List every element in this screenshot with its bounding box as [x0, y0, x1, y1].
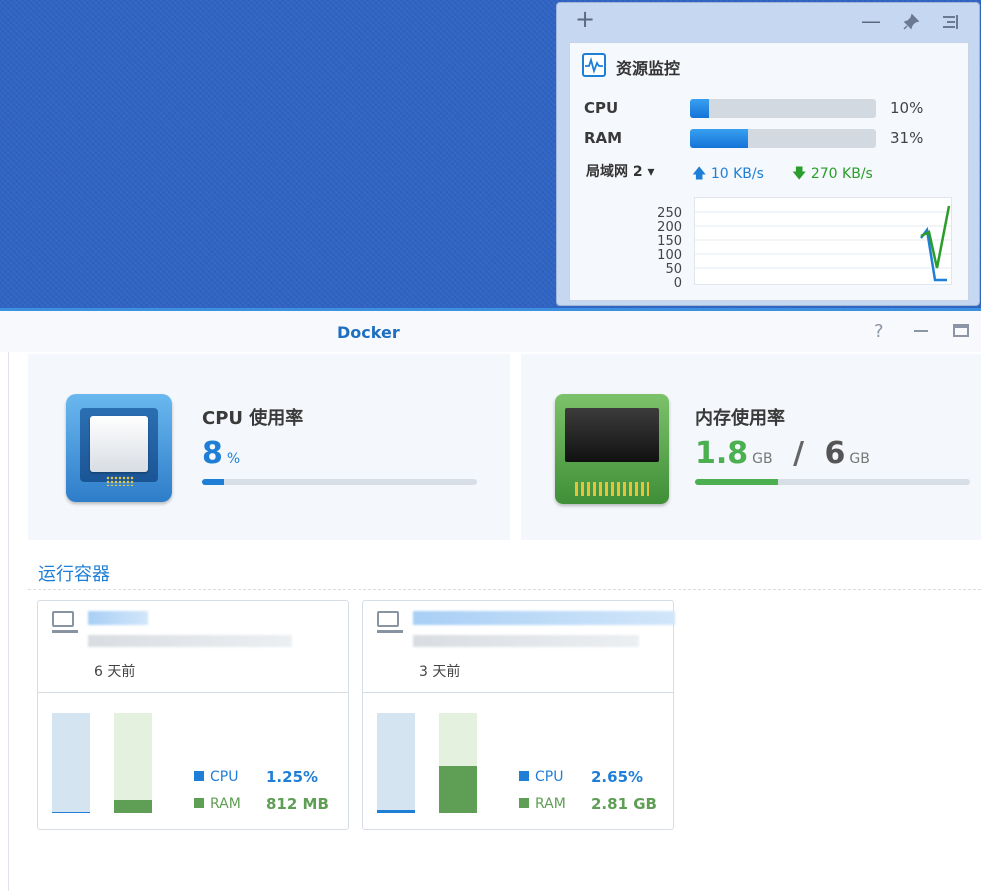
running-containers-title: 运行容器 [38, 564, 110, 585]
network-chart [694, 197, 952, 285]
minimize-button[interactable] [912, 321, 930, 344]
cpu-chip-icon [66, 394, 172, 502]
memory-usage-title: 内存使用率 [695, 408, 785, 429]
minimize-widget-button[interactable]: — [861, 11, 881, 31]
cpu-usage-percent: 8% [202, 436, 241, 471]
axis-tick: 100 [657, 248, 682, 263]
axis-tick: 200 [657, 220, 682, 235]
network-chart-axis: 250 200 150 100 50 0 [630, 203, 682, 295]
maximize-button[interactable] [952, 321, 970, 344]
container-card[interactable]: 3 天前 CPU 2.65% RAM 2.81 GB [362, 600, 675, 830]
memory-usage-progress [695, 479, 970, 485]
ram-usage-value: 31% [890, 129, 924, 147]
widget-menu-icon[interactable] [941, 13, 959, 36]
widget-panel: + — 资源监控 CPU 10% RAM 31% 局域网 2 ▾ 🡅 10 KB… [556, 2, 980, 306]
section-divider [28, 589, 981, 590]
window-titlebar[interactable]: Docker ? [0, 308, 981, 352]
cpu-usage-title: CPU 使用率 [202, 408, 304, 429]
add-widget-button[interactable]: + [575, 7, 595, 31]
download-arrow-icon: 🡇 [792, 166, 807, 182]
container-terminal-icon [52, 611, 78, 633]
container-name-redacted [88, 611, 148, 625]
cpu-usage-column [52, 713, 90, 813]
upload-speed: 🡅 10 KB/s [692, 166, 764, 182]
ram-legend: RAM [194, 796, 241, 812]
cpu-usage-value: 1.25% [266, 768, 319, 786]
resource-monitor-widget: 资源监控 CPU 10% RAM 31% 局域网 2 ▾ 🡅 10 KB/s 🡇… [569, 42, 969, 301]
container-name-redacted [413, 611, 675, 625]
docker-window: Docker ? CPU 使用率 8% 内存使用率 1.8 GB / 6 GB 运行… [0, 308, 981, 891]
left-divider [8, 352, 9, 891]
cpu-legend: CPU [194, 769, 238, 785]
cpu-usage-card: CPU 使用率 8% [28, 354, 510, 540]
download-speed: 🡇 270 KB/s [792, 166, 873, 182]
container-image-redacted [413, 635, 639, 647]
cpu-usage-progress [202, 479, 477, 485]
memory-usage-card: 内存使用率 1.8 GB / 6 GB [521, 354, 981, 540]
cpu-usage-value: 10% [890, 99, 924, 117]
ram-chip-icon [555, 394, 669, 504]
resource-monitor-title: 资源监控 [616, 59, 681, 78]
container-card[interactable]: 6 天前 CPU 1.25% RAM 812 MB [37, 600, 349, 830]
axis-tick: 250 [657, 206, 682, 221]
ram-usage-bar [690, 129, 876, 148]
container-image-redacted [88, 635, 292, 647]
container-uptime: 3 天前 [419, 664, 461, 680]
pin-icon[interactable] [902, 13, 920, 36]
axis-tick: 150 [657, 234, 682, 249]
cpu-legend: CPU [519, 769, 563, 785]
container-terminal-icon [377, 611, 403, 633]
window-title: Docker [337, 323, 400, 342]
axis-tick: 50 [665, 262, 682, 277]
ram-legend: RAM [519, 796, 566, 812]
help-button[interactable]: ? [874, 321, 884, 342]
ram-usage-column [439, 713, 477, 813]
ram-label: RAM [584, 129, 623, 147]
ram-usage-value: 2.81 GB [591, 795, 657, 813]
cpu-usage-bar [690, 99, 876, 118]
ram-usage-value: 812 MB [266, 795, 329, 813]
download-series-line [920, 205, 951, 269]
ram-usage-column [114, 713, 152, 813]
cpu-usage-value: 2.65% [591, 768, 644, 786]
network-selector[interactable]: 局域网 2 ▾ [586, 161, 655, 181]
upload-arrow-icon: 🡅 [692, 166, 707, 182]
cpu-usage-column [377, 713, 415, 813]
memory-usage-values: 1.8 GB / 6 GB [695, 436, 870, 471]
cpu-label: CPU [584, 99, 619, 117]
axis-tick: 0 [673, 276, 682, 291]
resource-monitor-icon [582, 53, 606, 77]
container-uptime: 6 天前 [94, 664, 136, 680]
